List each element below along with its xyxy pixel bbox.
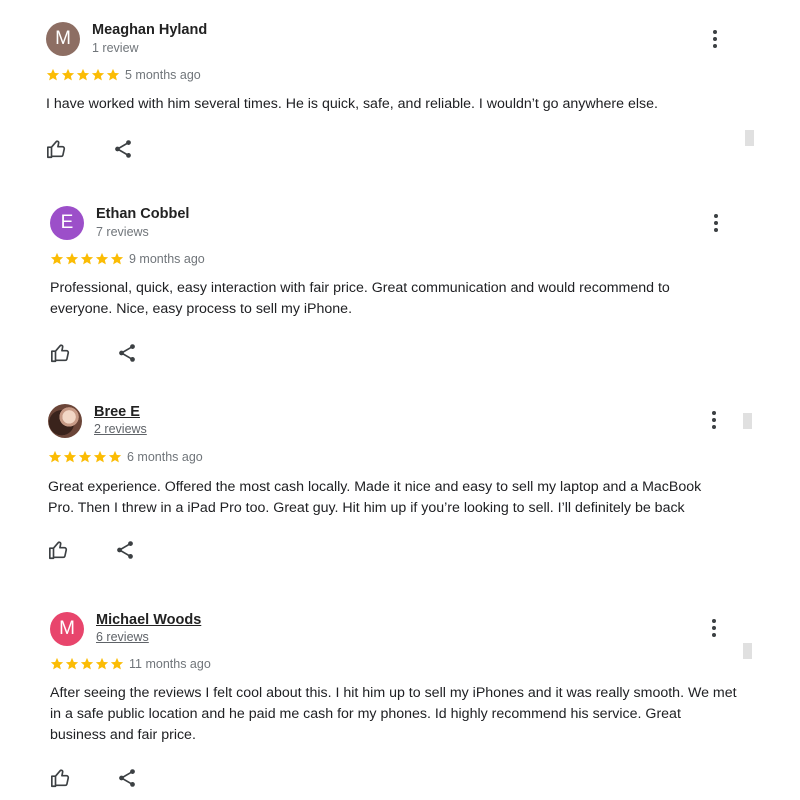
more-options-button[interactable]	[705, 28, 725, 50]
scroll-indicator	[745, 130, 754, 146]
reviewer-name[interactable]: Michael Woods	[96, 612, 201, 628]
more-options-button[interactable]	[704, 409, 724, 431]
reviewer-name[interactable]: Meaghan Hyland	[92, 22, 207, 38]
star-icon	[93, 450, 107, 463]
star-icon	[65, 252, 79, 265]
scroll-indicator	[743, 643, 752, 659]
star-icon	[80, 252, 94, 265]
star-icon	[110, 657, 124, 670]
review-count[interactable]: 7 reviews	[96, 225, 149, 239]
thumbs-up-icon[interactable]	[50, 342, 72, 364]
star-icon	[50, 252, 64, 265]
star-rating	[48, 450, 122, 464]
star-icon	[108, 450, 122, 463]
review-text: Great experience. Offered the most cash …	[48, 479, 702, 516]
thumbs-up-icon[interactable]	[46, 138, 68, 160]
review-date: 6 months ago	[127, 450, 203, 464]
review-text: I have worked with him several times. He…	[46, 96, 658, 112]
star-icon	[91, 68, 105, 81]
star-icon	[48, 450, 62, 463]
review-text: After seeing the reviews I felt cool abo…	[50, 685, 737, 743]
review-text: Professional, quick, easy interaction wi…	[50, 280, 670, 317]
avatar[interactable]: M	[46, 22, 80, 56]
avatar[interactable]: E	[50, 206, 84, 240]
reviewer-name[interactable]: Ethan Cobbel	[96, 206, 189, 222]
share-icon[interactable]	[116, 342, 138, 364]
star-icon	[110, 252, 124, 265]
share-icon[interactable]	[114, 539, 136, 561]
review-count[interactable]: 6 reviews	[96, 630, 149, 644]
avatar[interactable]: M	[50, 612, 84, 646]
star-icon	[63, 450, 77, 463]
star-rating	[50, 657, 124, 671]
more-options-button[interactable]	[704, 617, 724, 639]
star-rating	[46, 68, 120, 82]
review-date: 11 months ago	[129, 657, 211, 671]
star-icon	[78, 450, 92, 463]
star-icon	[61, 68, 75, 81]
star-icon	[46, 68, 60, 81]
star-icon	[80, 657, 94, 670]
thumbs-up-icon[interactable]	[48, 539, 70, 561]
reviewer-name[interactable]: Bree E	[94, 404, 140, 420]
thumbs-up-icon[interactable]	[50, 767, 72, 789]
avatar[interactable]	[48, 404, 82, 438]
star-icon	[76, 68, 90, 81]
star-icon	[65, 657, 79, 670]
review-count[interactable]: 2 reviews	[94, 422, 147, 436]
more-options-button[interactable]	[706, 212, 726, 234]
review-date: 5 months ago	[125, 68, 201, 82]
star-icon	[50, 657, 64, 670]
share-icon[interactable]	[116, 767, 138, 789]
share-icon[interactable]	[112, 138, 134, 160]
scroll-indicator	[743, 413, 752, 429]
star-icon	[95, 252, 109, 265]
star-icon	[106, 68, 120, 81]
star-rating	[50, 252, 124, 266]
star-icon	[95, 657, 109, 670]
review-count[interactable]: 1 review	[92, 41, 139, 55]
review-date: 9 months ago	[129, 252, 205, 266]
